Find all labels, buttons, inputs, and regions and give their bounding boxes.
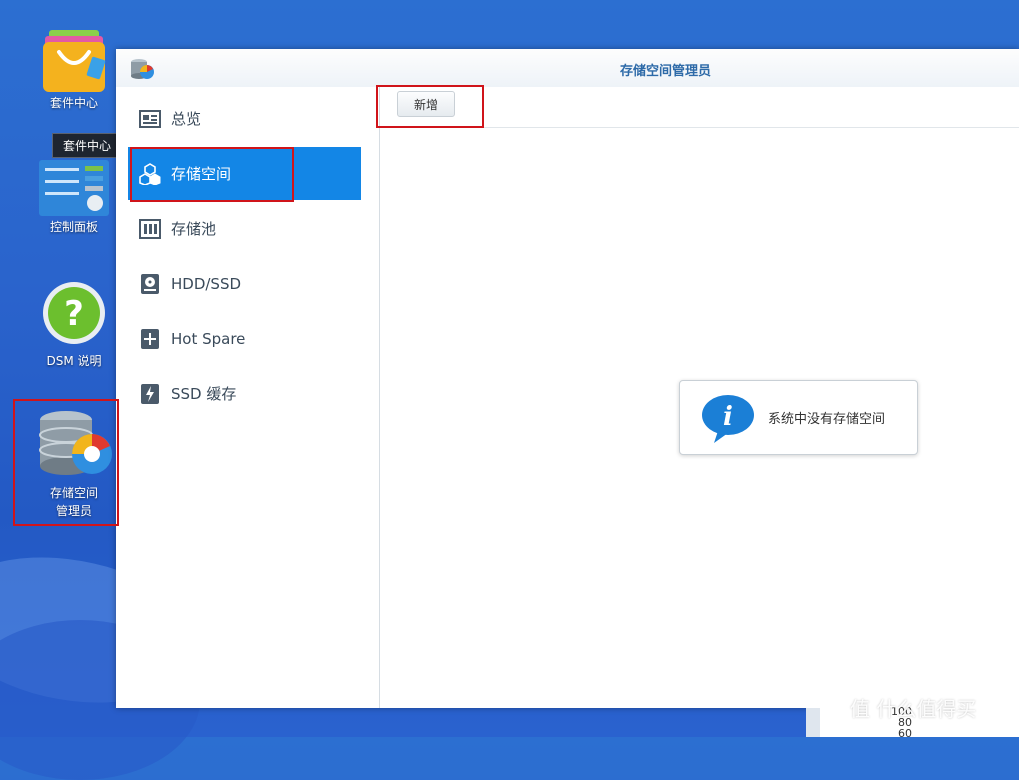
desktop-icon-dsm-help[interactable]: ? DSM 说明	[24, 280, 124, 370]
sidebar: 总览 存储空间 存储池 HDD/SSD Hot Spare SSD 缓存	[116, 87, 380, 708]
window-title: 存储空间管理员	[619, 64, 711, 79]
window-titlebar[interactable]: 存储空间管理员	[116, 49, 1019, 88]
desktop-icon-label: 控制面板	[49, 220, 98, 234]
sidebar-item-storage-pool[interactable]: 存储池	[128, 202, 361, 255]
sidebar-item-label: 存储池	[171, 220, 217, 238]
storage-pool-icon	[139, 218, 161, 239]
desktop-icon-control-panel[interactable]: 控制面板	[24, 158, 124, 236]
desktop-icon-label: 存储空间	[49, 486, 98, 500]
disk-icon	[141, 273, 159, 294]
sidebar-item-volume[interactable]: 存储空间	[128, 147, 361, 200]
main-content: 新增 i 系统中没有存储空间	[380, 87, 1019, 708]
sidebar-item-label: 存储空间	[171, 165, 232, 183]
desktop-icon-label: DSM 说明	[46, 354, 102, 368]
sidebar-item-hdd-ssd[interactable]: HDD/SSD	[128, 257, 361, 310]
svg-text:?: ?	[64, 294, 84, 334]
info-bubble-icon: i	[702, 394, 754, 443]
desktop-icon-label: 套件中心	[49, 96, 98, 110]
svg-text:i: i	[723, 402, 733, 432]
empty-state-message: i 系统中没有存储空间	[679, 380, 918, 455]
ssd-cache-icon	[141, 383, 159, 404]
axis-tick-label: 60	[898, 727, 912, 740]
desktop-icon-package-center[interactable]: 套件中心	[24, 26, 124, 112]
desktop-icon-label: 管理员	[55, 504, 92, 518]
watermark: 值 什么值得买	[850, 697, 977, 721]
storage-manager-icon	[39, 411, 112, 475]
control-panel-icon	[39, 160, 109, 216]
help-question-icon: ?	[43, 282, 105, 344]
new-button[interactable]: 新增	[397, 91, 455, 117]
toolbar: 新增	[380, 87, 1019, 128]
volume-cubes-icon	[139, 162, 161, 185]
sidebar-item-overview[interactable]: 总览	[128, 92, 361, 145]
overview-icon	[139, 109, 161, 128]
sidebar-item-label: Hot Spare	[171, 329, 246, 348]
sidebar-item-hot-spare[interactable]: Hot Spare	[128, 312, 361, 365]
storage-manager-window: 存储空间管理员 总览 存储空间 存储池 HDD/SSD Hot Spare SS…	[116, 49, 1019, 708]
desktop-icon-storage-manager[interactable]: 存储空间 管理员	[24, 408, 124, 520]
sidebar-item-label: 总览	[171, 110, 202, 128]
sidebar-item-ssd-cache[interactable]: SSD 缓存	[128, 367, 361, 420]
empty-state-text: 系统中没有存储空间	[768, 412, 886, 427]
tooltip: 套件中心	[52, 133, 123, 158]
shopping-bag-icon	[43, 30, 106, 92]
sidebar-item-label: HDD/SSD	[171, 274, 242, 293]
sidebar-item-label: SSD 缓存	[171, 385, 237, 403]
hot-spare-plus-icon	[141, 328, 159, 349]
